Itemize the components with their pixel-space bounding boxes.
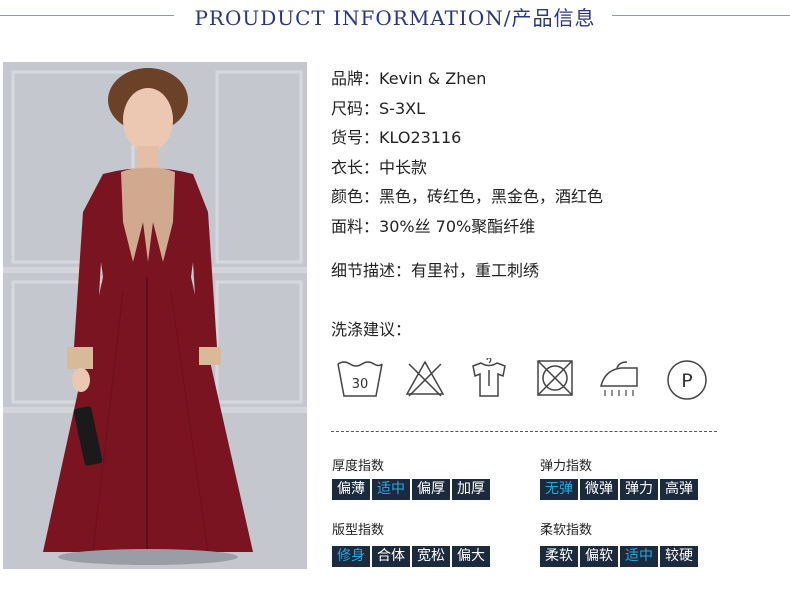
fit-option-oversize[interactable]: 偏大 xyxy=(452,546,490,567)
elasticity-option-elastic[interactable]: 弹力 xyxy=(620,479,658,500)
thickness-option-thin[interactable]: 偏薄 xyxy=(332,479,370,500)
fabric-label: 面料： xyxy=(331,216,380,236)
wash-30-icon: 30 xyxy=(335,358,385,402)
sku-value: KLO23116 xyxy=(379,128,462,147)
elasticity-option-slight[interactable]: 微弹 xyxy=(580,479,618,500)
fit-option-regular[interactable]: 合体 xyxy=(372,546,410,567)
softness-option-fairly-soft[interactable]: 偏软 xyxy=(580,546,618,567)
elasticity-option-none[interactable]: 无弹 xyxy=(540,479,578,500)
thickness-option-medium[interactable]: 适中 xyxy=(372,479,410,500)
no-bleach-icon xyxy=(403,358,447,402)
no-tumble-dry-icon xyxy=(533,358,577,402)
elasticity-option-high[interactable]: 高弹 xyxy=(660,479,698,500)
fabric-value: 30%丝 70%聚酯纤维 xyxy=(379,216,536,236)
thickness-index-label: 厚度指数 xyxy=(332,459,385,474)
info-row-color: 颜色：黑色，砖红色，黑金色，酒红色 xyxy=(331,182,603,212)
info-row-sku: 货号：KLO23116 xyxy=(331,123,603,153)
info-row-fabric: 面料：30%丝 70%聚酯纤维 xyxy=(331,212,603,242)
info-row-length: 衣长：中长款 xyxy=(331,153,603,183)
length-value: 中长款 xyxy=(379,157,428,177)
color-value: 黑色，砖红色，黑金色，酒红色 xyxy=(379,187,604,206)
elasticity-index-label: 弹力指数 xyxy=(540,459,593,474)
hang-dry-icon xyxy=(467,357,511,402)
product-info: 品牌：Kevin & Zhen 尺码：S-3XL 货号：KLO23116 衣长：… xyxy=(331,64,603,241)
brand-label: 品牌： xyxy=(331,69,380,88)
length-label: 衣长： xyxy=(331,157,380,177)
softness-index-label: 柔软指数 xyxy=(540,523,593,538)
softness-option-soft[interactable]: 柔软 xyxy=(540,546,578,567)
fit-index-options: 修身 合体 宽松 偏大 xyxy=(332,546,490,567)
product-photo xyxy=(3,62,307,569)
color-label: 颜色： xyxy=(331,187,380,206)
dry-clean-p-icon: P xyxy=(665,358,709,406)
section-title: PROUDUCT INFORMATION/产品信息 xyxy=(194,6,596,30)
size-value: S-3XL xyxy=(379,98,425,118)
thickness-option-extra-thick[interactable]: 加厚 xyxy=(452,479,490,500)
info-row-brand: 品牌：Kevin & Zhen xyxy=(331,64,603,94)
fit-index-label: 版型指数 xyxy=(332,523,385,538)
iron-low-icon xyxy=(597,358,641,404)
softness-index-options: 柔软 偏软 适中 较硬 xyxy=(540,546,698,567)
thickness-index-options: 偏薄 适中 偏厚 加厚 xyxy=(332,479,490,500)
thickness-option-thick[interactable]: 偏厚 xyxy=(412,479,450,500)
detail-label: 细节描述： xyxy=(331,261,412,280)
elasticity-index-options: 无弹 微弹 弹力 高弹 xyxy=(540,479,698,500)
dashed-divider xyxy=(331,431,717,432)
care-title: 洗涤建议： xyxy=(331,320,412,339)
detail-description: 细节描述：有里衬，重工刺绣 xyxy=(331,257,539,281)
wash-temp-text: 30 xyxy=(352,377,369,392)
size-label: 尺码： xyxy=(331,98,380,118)
softness-option-hard[interactable]: 较硬 xyxy=(660,546,698,567)
detail-value: 有里衬，重工刺绣 xyxy=(411,261,540,280)
fit-option-loose[interactable]: 宽松 xyxy=(412,546,450,567)
fit-option-slim[interactable]: 修身 xyxy=(332,546,370,567)
care-icons: 30 P xyxy=(331,357,721,408)
sku-label: 货号： xyxy=(331,128,380,147)
softness-option-medium[interactable]: 适中 xyxy=(620,546,658,567)
brand-value: Kevin & Zhen xyxy=(379,69,487,88)
section-header: PROUDUCT INFORMATION/产品信息 xyxy=(0,0,790,36)
dry-clean-text: P xyxy=(681,370,692,392)
header-divider-right xyxy=(612,15,790,16)
info-row-size: 尺码：S-3XL xyxy=(331,94,603,124)
